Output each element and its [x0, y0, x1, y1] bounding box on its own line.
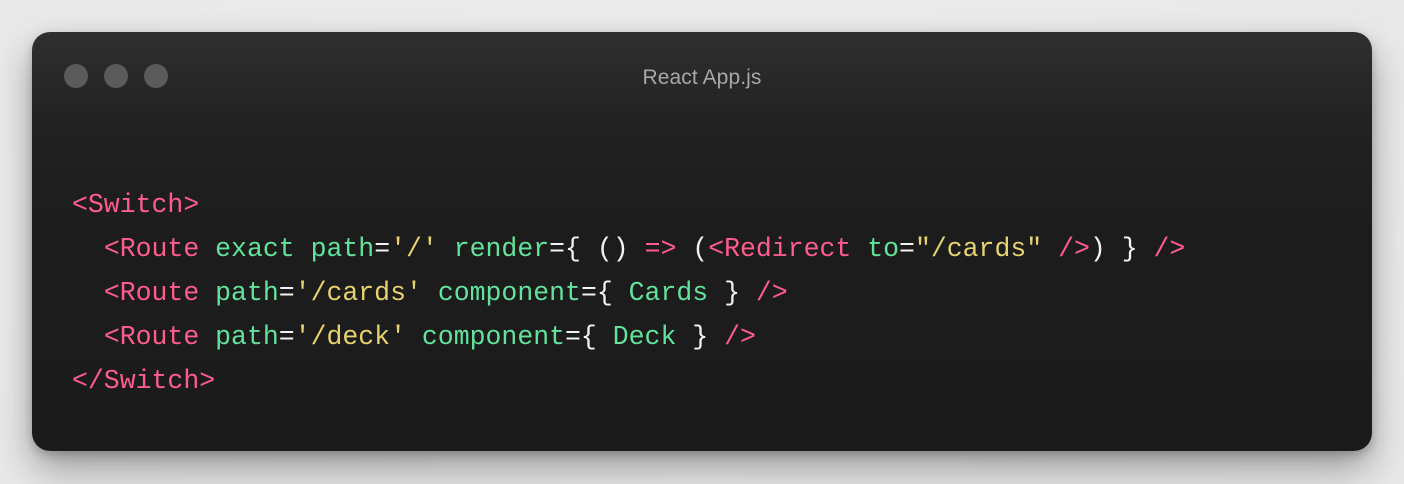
code-token-punc: = — [374, 234, 391, 264]
code-token-punc: = — [278, 278, 295, 308]
code-token-punc: ={ — [580, 278, 629, 308]
code-token-punc: ={ () — [549, 234, 645, 264]
code-token-punc — [851, 234, 867, 264]
code-token-attr: component — [421, 322, 566, 352]
code-token-attr: path — [215, 322, 279, 352]
code-token-punc: ) } — [1089, 234, 1154, 264]
code-token-punc: } — [708, 278, 756, 308]
code-token-op: => — [644, 234, 677, 264]
code-line: <Route exact path='/' render={ () => (<R… — [72, 227, 1186, 271]
window-title: React App.js — [642, 66, 762, 89]
code-token-attr: component — [437, 278, 581, 308]
code-token-tag: /> — [755, 278, 788, 308]
code-token-comp: Cards — [628, 278, 709, 308]
code-token-tag: <Redirect — [708, 234, 852, 264]
code-token-attr: to — [867, 234, 900, 264]
code-token-attr: path — [310, 234, 375, 264]
code-token-punc — [199, 322, 215, 352]
code-token-punc — [438, 234, 454, 264]
code-token-punc — [199, 278, 215, 308]
code-token-punc — [199, 234, 215, 264]
code-token-attr: path — [215, 278, 279, 308]
code-token-punc: } — [676, 322, 725, 352]
code-token-tag: /> — [1058, 234, 1090, 264]
code-token-punc: = — [899, 234, 915, 264]
code-token-punc — [72, 234, 104, 264]
code-token-punc — [72, 278, 104, 308]
code-token-str: '/cards' — [294, 278, 422, 308]
code-line: <Route path='/deck' component={ Deck } /… — [72, 315, 1185, 359]
code-token-tag: <Switch> — [72, 190, 200, 220]
code-line: <Switch> — [72, 183, 1185, 227]
code-token-tag: /> — [724, 322, 756, 352]
code-token-punc: ( — [676, 234, 709, 264]
code-token-attr: exact — [215, 234, 295, 264]
code-line: <Route path='/cards' component={ Cards }… — [72, 271, 1185, 315]
code-token-punc — [1042, 234, 1058, 264]
code-token-comp: Deck — [612, 322, 677, 352]
code-token-punc — [422, 278, 438, 308]
code-token-punc: = — [278, 322, 295, 352]
code-token-punc: ={ — [565, 322, 613, 352]
code-token-str: "/cards" — [914, 234, 1043, 264]
code-token-attr: render — [453, 234, 550, 264]
code-token-punc — [295, 234, 311, 264]
code-token-str: '/deck' — [294, 322, 406, 352]
code-window: React App.js <Switch> <Route exact path=… — [32, 32, 1372, 451]
code-token-tag: <Route — [103, 234, 200, 264]
code-token-tag: <Route — [103, 278, 200, 308]
title-bar: React App.js — [32, 32, 1372, 132]
code-token-punc — [72, 322, 104, 352]
code-token-str: '/' — [390, 234, 438, 264]
code-token-tag: /> — [1153, 234, 1186, 264]
code-block: <Switch> <Route exact path='/' render={ … — [72, 183, 1185, 403]
code-token-punc — [406, 322, 422, 352]
code-token-tag: </Switch> — [72, 366, 216, 396]
code-token-tag: <Route — [103, 322, 200, 352]
code-line: </Switch> — [72, 359, 1185, 403]
